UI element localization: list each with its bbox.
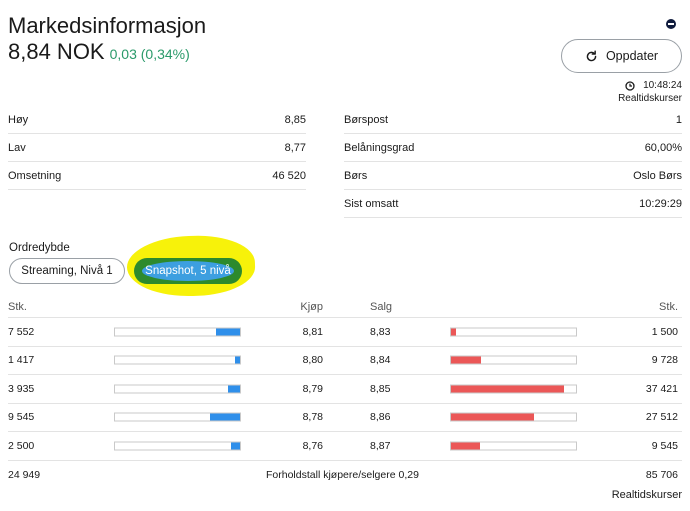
sell-bar-fill <box>451 413 534 421</box>
info-label: Børspost <box>344 113 389 126</box>
table-row: 1 417 8,80 8,84 9 728 <box>8 347 682 375</box>
sell-bar-fill <box>451 385 564 393</box>
sell-qty: 9 545 <box>651 439 678 452</box>
realtime-label-bottom: Realtidskurser <box>611 489 682 501</box>
ask-price: 8,86 <box>370 411 391 424</box>
minus-circle-icon[interactable] <box>666 19 676 29</box>
table-row: 9 545 8,78 8,86 27 512 <box>8 404 682 432</box>
info-value: Oslo Børs <box>633 169 682 182</box>
buy-volume-bar <box>114 412 241 422</box>
bid-price: 8,81 <box>302 325 323 338</box>
depth-option-snapshot-label: Snapshot, 5 nivå <box>145 265 231 277</box>
header-sell-qty: Stk. <box>659 300 678 313</box>
buyer-seller-ratio: Forholdstall kjøpere/selgere 0,29 <box>266 468 419 481</box>
price-change: 0,03 (0,34%) <box>109 46 190 62</box>
buy-volume-bar <box>114 384 241 394</box>
info-value: 60,00% <box>644 141 682 154</box>
clock-icon <box>625 80 635 91</box>
ask-price: 8,84 <box>370 354 391 367</box>
total-sell-qty: 85 706 <box>645 468 678 481</box>
realtime-label-top: Realtidskurser <box>618 93 682 104</box>
info-row-low: Lav 8,77 <box>8 134 306 162</box>
table-row: 3 935 8,79 8,85 37 421 <box>8 375 682 404</box>
info-label: Omsetning <box>8 169 62 182</box>
info-row-lot: Børspost 1 <box>344 106 682 134</box>
info-label: Sist omsatt <box>344 197 399 210</box>
last-price: 8,84 NOK <box>8 39 105 64</box>
bid-price: 8,76 <box>302 439 323 452</box>
buy-bar-fill <box>231 442 240 450</box>
info-row-exchange: Børs Oslo Børs <box>344 162 682 190</box>
bid-price: 8,79 <box>302 382 323 395</box>
order-book-header: Stk. Kjøp Salg Stk. <box>8 296 682 318</box>
buy-volume-bar <box>114 355 241 365</box>
header-bid: Kjøp <box>300 300 323 313</box>
buy-volume-bar <box>114 441 241 451</box>
info-table-right: Børspost 1 Belåningsgrad 60,00% Børs Osl… <box>344 106 682 218</box>
info-value: 10:29:29 <box>639 197 682 210</box>
page-title: Markedsinformasjon <box>8 13 207 38</box>
depth-option-streaming[interactable]: Streaming, Nivå 1 <box>9 258 125 284</box>
price-row: 8,84 NOK 0,03 (0,34%) <box>8 39 190 65</box>
time-value: 10:48:24 <box>643 80 682 91</box>
buy-volume-bar <box>114 327 241 337</box>
refresh-button[interactable]: Oppdater <box>561 39 682 73</box>
buy-bar-fill <box>235 356 240 364</box>
buy-qty: 7 552 <box>8 325 35 338</box>
refresh-label: Oppdater <box>605 49 659 63</box>
buy-bar-fill <box>216 328 240 336</box>
total-buy-qty: 24 949 <box>8 468 41 481</box>
info-row-turnover: Omsetning 46 520 <box>8 162 306 190</box>
sell-bar-fill <box>451 356 481 364</box>
buy-bar-fill <box>210 413 240 421</box>
header-ask: Salg <box>370 300 393 313</box>
ask-price: 8,87 <box>370 439 391 452</box>
sell-volume-bar <box>450 412 577 422</box>
table-row: 7 552 8,81 8,83 1 500 <box>8 318 682 347</box>
buy-bar-fill <box>227 385 240 393</box>
info-label: Høy <box>8 113 29 126</box>
buy-qty: 1 417 <box>8 354 35 367</box>
sell-qty: 27 512 <box>645 411 678 424</box>
buy-qty: 9 545 <box>8 411 35 424</box>
info-row-loan-rate: Belåningsgrad 60,00% <box>344 134 682 162</box>
ask-price: 8,83 <box>370 325 391 338</box>
info-row-last-traded: Sist omsatt 10:29:29 <box>344 190 682 218</box>
sell-volume-bar <box>450 384 577 394</box>
info-label: Belåningsgrad <box>344 141 415 154</box>
table-row: 2 500 8,76 8,87 9 545 <box>8 432 682 461</box>
sell-bar-fill <box>451 328 456 336</box>
order-book-totals: 24 949 Forholdstall kjøpere/selgere 0,29… <box>8 461 682 489</box>
info-table-left: Høy 8,85 Lav 8,77 Omsetning 46 520 <box>8 106 306 190</box>
info-row-high: Høy 8,85 <box>8 106 306 134</box>
buy-qty: 2 500 <box>8 439 35 452</box>
order-book: Stk. Kjøp Salg Stk. 7 552 8,81 8,83 1 50… <box>8 296 682 489</box>
sell-volume-bar <box>450 355 577 365</box>
depth-label: Ordredybde <box>9 242 70 254</box>
refresh-icon <box>586 49 597 61</box>
info-value: 8,77 <box>284 141 306 154</box>
depth-option-snapshot[interactable]: Snapshot, 5 nivå <box>134 258 242 284</box>
info-label: Børs <box>344 169 368 182</box>
bid-price: 8,78 <box>302 411 323 424</box>
sell-volume-bar <box>450 327 577 337</box>
info-value: 1 <box>675 113 682 126</box>
bid-price: 8,80 <box>302 354 323 367</box>
sell-bar-fill <box>451 442 480 450</box>
buy-qty: 3 935 <box>8 382 35 395</box>
info-value: 46 520 <box>272 169 306 182</box>
update-time: 10:48:24 <box>625 80 682 91</box>
sell-qty: 37 421 <box>645 382 678 395</box>
ask-price: 8,85 <box>370 382 391 395</box>
info-value: 8,85 <box>284 113 306 126</box>
header-buy-qty: Stk. <box>8 300 27 313</box>
info-label: Lav <box>8 141 26 154</box>
sell-qty: 9 728 <box>651 354 678 367</box>
sell-volume-bar <box>450 441 577 451</box>
sell-qty: 1 500 <box>651 325 678 338</box>
